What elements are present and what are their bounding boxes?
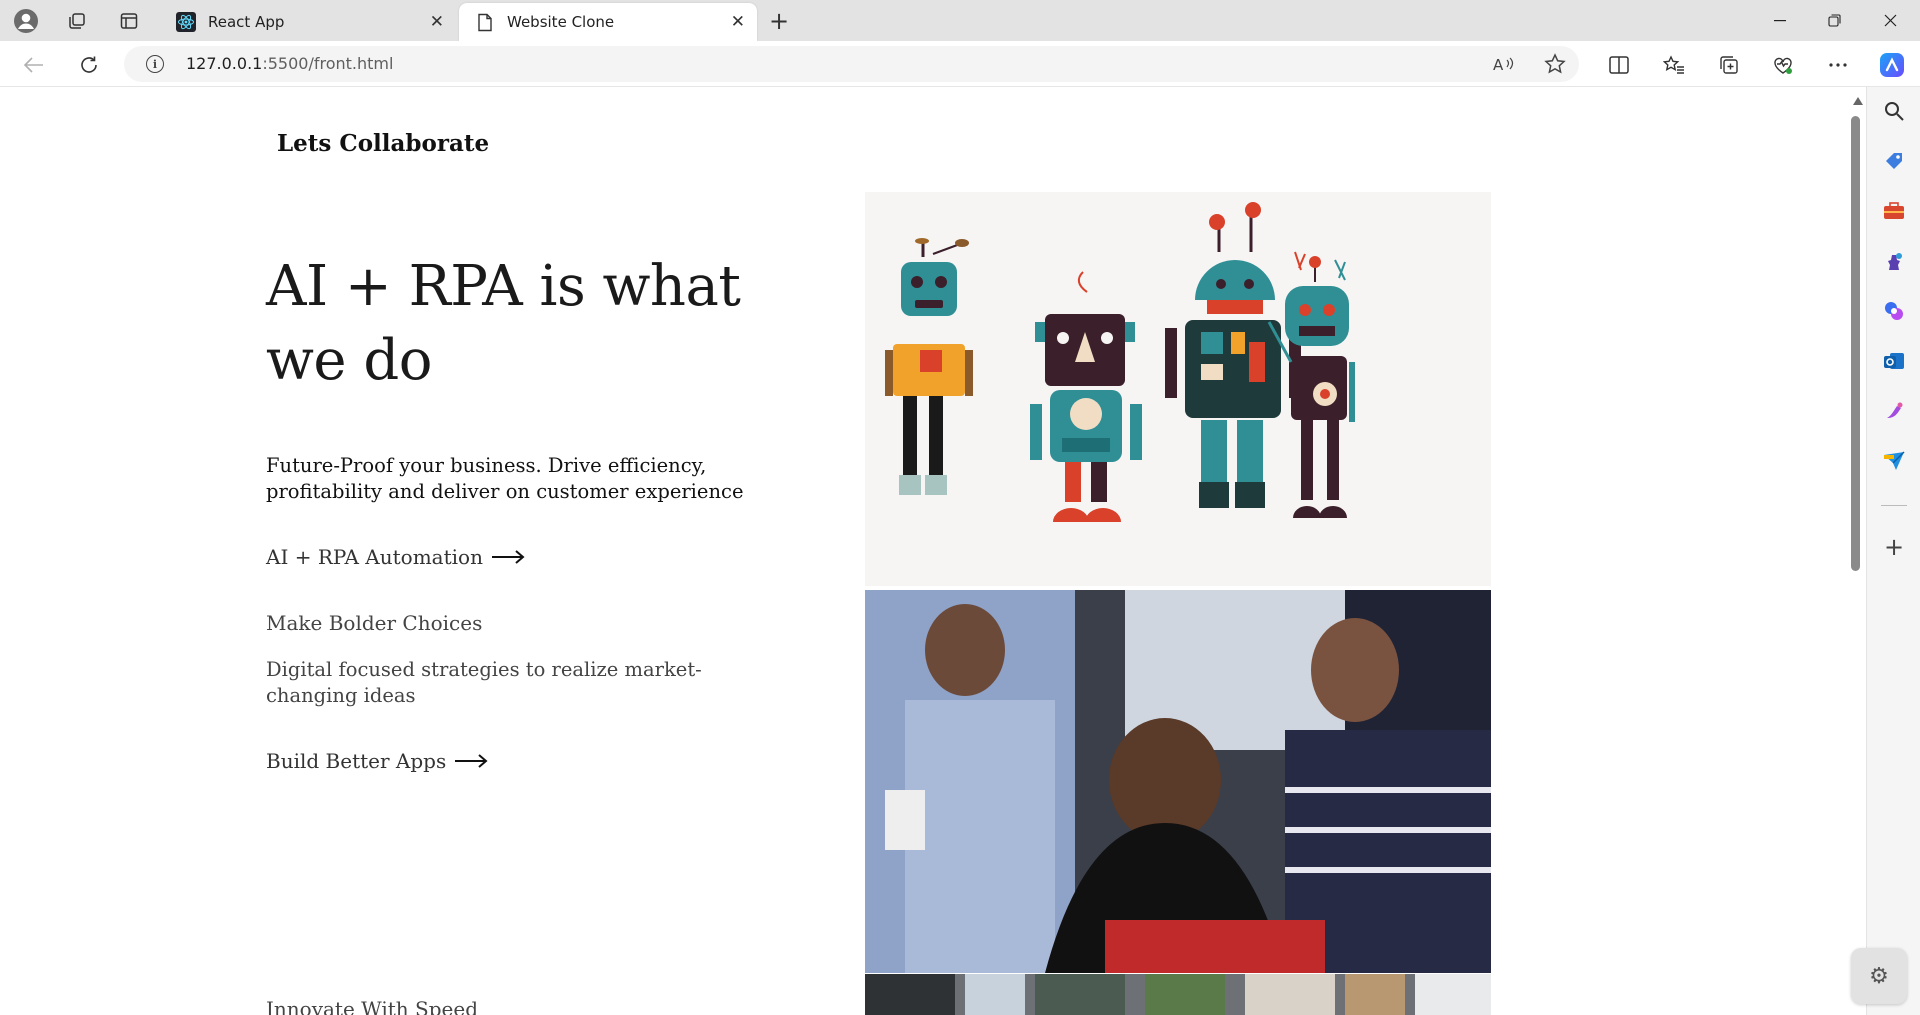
workspaces-icon[interactable] [62,6,92,36]
build-better-apps-link[interactable]: Build Better Apps [266,749,488,773]
section-heading-innovate: Innovate With Speed [266,997,479,1015]
close-tab-icon[interactable]: ✕ [731,12,745,32]
favorite-star-icon[interactable] [1543,52,1567,76]
tab-strip: React App ✕ Website Clone ✕ + [0,0,1920,41]
section-heading-choices: Make Bolder Choices [266,611,483,635]
ai-rpa-automation-link[interactable]: AI + RPA Automation [266,545,525,569]
tab-actions-icon[interactable] [114,6,144,36]
section-desc-choices: Digital focused strategies to realize ma… [266,658,702,707]
link-label: Build Better Apps [266,749,447,773]
document-icon [475,12,495,32]
tab-title: React App [208,13,285,31]
tab-react-app[interactable]: React App ✕ [160,3,456,41]
designer-icon[interactable] [1880,397,1908,425]
search-icon[interactable] [1880,97,1908,125]
close-tab-icon[interactable]: ✕ [430,12,444,32]
send-plane-icon[interactable] [1880,447,1908,475]
arrow-right-icon [491,550,525,564]
team-collaboration-photo [865,590,1491,973]
split-screen-icon[interactable] [1603,49,1635,81]
hero-title: AI + RPA is what we do [266,254,741,393]
refresh-button[interactable] [73,49,105,81]
robots-illustration [865,192,1491,586]
site-info-icon[interactable]: i [146,55,164,73]
url-text: 127.0.0.1:5500/front.html [186,54,394,73]
sidebar-divider [1881,505,1907,506]
collections-icon[interactable] [1713,49,1745,81]
address-bar-row: i 127.0.0.1:5500/front.html A [0,41,1920,87]
more-options-icon[interactable] [1822,49,1854,81]
games-chess-icon[interactable] [1880,247,1908,275]
hero-lead-text: Future-Proof your business. Drive effici… [266,454,744,503]
tab-title: Website Clone [507,13,615,31]
sidebar-settings-icon[interactable]: ⚙ [1851,948,1907,1004]
link-label: AI + RPA Automation [266,545,483,569]
shopping-tag-icon[interactable] [1880,147,1908,175]
new-tab-button[interactable]: + [764,6,794,36]
tab-website-clone[interactable]: Website Clone ✕ [459,3,757,41]
scrollbar-thumb[interactable] [1851,116,1860,571]
add-sidebar-app-button[interactable]: + [1880,533,1908,561]
site-brand[interactable]: Lets Collaborate [277,130,489,157]
copilot-icon[interactable] [1876,49,1908,81]
browser-essentials-icon[interactable] [1767,49,1799,81]
back-button[interactable] [18,49,50,81]
svg-text:A: A [1493,56,1504,73]
page-viewport: Lets Collaborate AI + RPA is what we do … [5,87,1847,1015]
copilot-m365-icon[interactable] [1880,297,1908,325]
office-photo [865,974,1491,1015]
profile-icon[interactable] [11,6,41,36]
minimize-button[interactable] [1753,0,1807,41]
restore-button[interactable] [1807,0,1861,41]
read-aloud-icon[interactable]: A [1491,52,1515,76]
favorites-icon[interactable] [1658,49,1690,81]
url-field[interactable]: i 127.0.0.1:5500/front.html A [124,46,1579,82]
arrow-right-icon [455,754,488,768]
react-icon [176,12,196,32]
tools-briefcase-icon[interactable] [1880,197,1908,225]
scroll-up-arrow-icon[interactable] [1853,97,1863,105]
edge-sidebar: + [1866,87,1920,1015]
close-window-button[interactable] [1863,0,1917,41]
outlook-icon[interactable] [1880,347,1908,375]
